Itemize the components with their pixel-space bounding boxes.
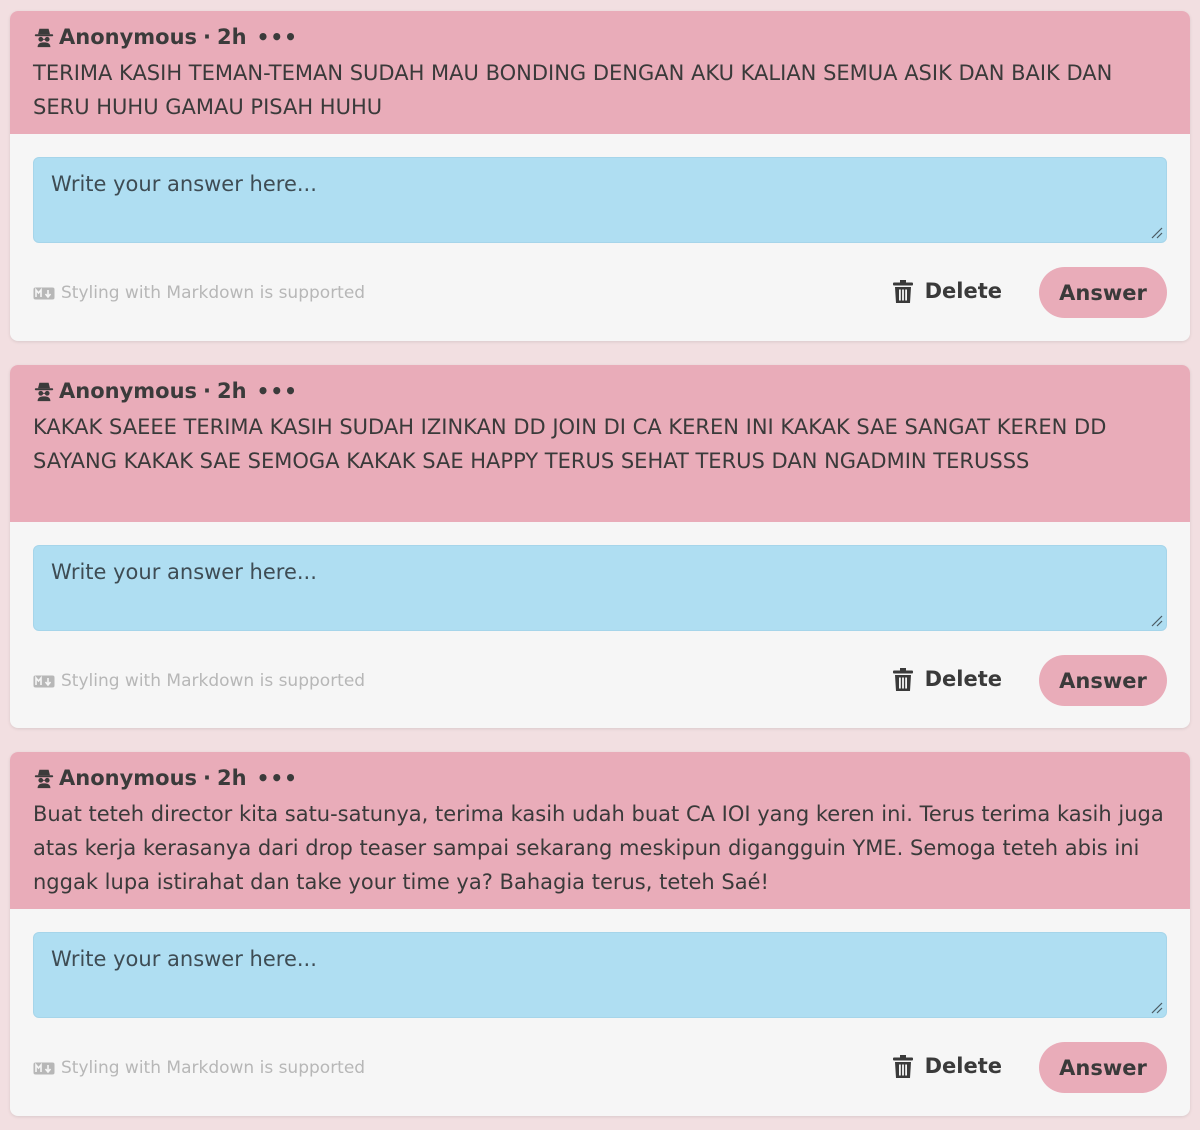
spy-icon bbox=[34, 382, 54, 402]
answer-footer: Styling with Markdown is supported Delet… bbox=[33, 243, 1167, 319]
answer-area: Write your answer here... bbox=[10, 522, 1190, 631]
answer-area: Write your answer here... bbox=[10, 134, 1190, 243]
question-card: Anonymous · 2h ••• Buat teteh director k… bbox=[10, 752, 1190, 1116]
markdown-icon bbox=[33, 287, 55, 299]
post-time: 2h bbox=[217, 379, 247, 403]
spy-icon bbox=[34, 769, 54, 789]
markdown-icon bbox=[33, 675, 55, 687]
question-text: TERIMA KASIH TEMAN-TEMAN SUDAH MAU BONDI… bbox=[33, 61, 1113, 119]
author-name: Anonymous bbox=[59, 379, 198, 403]
more-options-icon[interactable]: ••• bbox=[257, 379, 298, 403]
markdown-note-text: Styling with Markdown is supported bbox=[61, 671, 366, 691]
resize-handle-icon[interactable] bbox=[1151, 615, 1163, 627]
markdown-note: Styling with Markdown is supported bbox=[33, 1058, 365, 1078]
trash-icon bbox=[892, 667, 913, 691]
more-options-icon[interactable]: ••• bbox=[257, 766, 298, 790]
post-time: 2h bbox=[217, 766, 247, 790]
question-card: Anonymous · 2h ••• TERIMA KASIH TEMAN-TE… bbox=[10, 11, 1190, 341]
delete-button[interactable]: Delete bbox=[892, 279, 1002, 303]
resize-handle-icon[interactable] bbox=[1151, 1002, 1163, 1014]
answer-placeholder: Write your answer here... bbox=[51, 947, 317, 971]
answer-input[interactable]: Write your answer here... bbox=[33, 932, 1167, 1018]
markdown-note: Styling with Markdown is supported bbox=[33, 671, 365, 691]
question-header: Anonymous · 2h ••• KAKAK SAEEE TERIMA KA… bbox=[10, 365, 1190, 522]
trash-icon bbox=[892, 1054, 913, 1078]
answer-button[interactable]: Answer bbox=[1039, 267, 1167, 318]
resize-handle-icon[interactable] bbox=[1151, 227, 1163, 239]
delete-label: Delete bbox=[924, 667, 1002, 691]
answer-input[interactable]: Write your answer here... bbox=[33, 545, 1167, 631]
delete-label: Delete bbox=[924, 1054, 1002, 1078]
markdown-icon bbox=[33, 1062, 55, 1074]
question-text: Buat teteh director kita satu-satunya, t… bbox=[33, 802, 1164, 894]
meta-separator: · bbox=[203, 25, 212, 49]
question-feed: Anonymous · 2h ••• TERIMA KASIH TEMAN-TE… bbox=[0, 0, 1200, 1130]
answer-button[interactable]: Answer bbox=[1039, 1042, 1167, 1093]
answer-placeholder: Write your answer here... bbox=[51, 172, 317, 196]
answer-area: Write your answer here... bbox=[10, 909, 1190, 1018]
answer-footer: Styling with Markdown is supported Delet… bbox=[33, 631, 1167, 707]
question-header: Anonymous · 2h ••• Buat teteh director k… bbox=[10, 752, 1190, 909]
meta-separator: · bbox=[203, 379, 212, 403]
post-time: 2h bbox=[217, 25, 247, 49]
answer-button[interactable]: Answer bbox=[1039, 655, 1167, 706]
markdown-note: Styling with Markdown is supported bbox=[33, 283, 365, 303]
delete-button[interactable]: Delete bbox=[892, 667, 1002, 691]
markdown-note-text: Styling with Markdown is supported bbox=[61, 1058, 366, 1078]
spy-icon bbox=[34, 28, 54, 48]
question-meta: Anonymous · 2h ••• bbox=[33, 763, 1167, 793]
question-meta: Anonymous · 2h ••• bbox=[33, 22, 1167, 52]
trash-icon bbox=[892, 279, 913, 303]
answer-footer: Styling with Markdown is supported Delet… bbox=[33, 1018, 1167, 1094]
answer-input[interactable]: Write your answer here... bbox=[33, 157, 1167, 243]
question-card: Anonymous · 2h ••• KAKAK SAEEE TERIMA KA… bbox=[10, 365, 1190, 728]
question-header: Anonymous · 2h ••• TERIMA KASIH TEMAN-TE… bbox=[10, 11, 1190, 134]
delete-button[interactable]: Delete bbox=[892, 1054, 1002, 1078]
meta-separator: · bbox=[203, 766, 212, 790]
delete-label: Delete bbox=[924, 279, 1002, 303]
more-options-icon[interactable]: ••• bbox=[257, 25, 298, 49]
question-meta: Anonymous · 2h ••• bbox=[33, 376, 1167, 406]
author-name: Anonymous bbox=[59, 766, 198, 790]
question-text: KAKAK SAEEE TERIMA KASIH SUDAH IZINKAN D… bbox=[33, 415, 1107, 473]
author-name: Anonymous bbox=[59, 25, 198, 49]
answer-placeholder: Write your answer here... bbox=[51, 560, 317, 584]
markdown-note-text: Styling with Markdown is supported bbox=[61, 283, 366, 303]
